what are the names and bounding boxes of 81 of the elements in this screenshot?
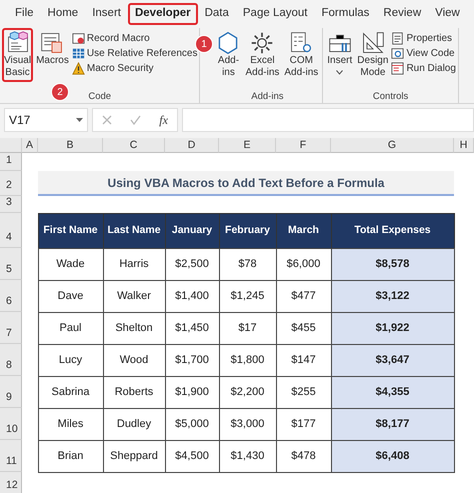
- insert-function-button[interactable]: fx: [159, 111, 168, 129]
- group-label: Add-ins: [251, 90, 284, 103]
- sheet-title: Using VBA Macros to Add Text Before a Formula: [38, 171, 454, 196]
- ribbon-button[interactable]: Macro Security: [72, 60, 198, 76]
- table-cell: $1,922: [330, 312, 454, 344]
- row-header[interactable]: 4: [0, 213, 22, 248]
- ribbon-tab[interactable]: Formulas: [314, 3, 376, 25]
- row-header[interactable]: 6: [0, 280, 22, 312]
- ribbon-button[interactable]: Record Macro: [72, 30, 198, 46]
- formula-input[interactable]: [182, 108, 474, 132]
- column-header[interactable]: B: [38, 138, 103, 153]
- ribbon-button[interactable]: Insert: [325, 28, 354, 78]
- table-cell: $3,122: [330, 280, 454, 312]
- table-header: January: [164, 212, 220, 248]
- ribbon-button[interactable]: Run Dialog: [391, 60, 456, 76]
- select-all-corner[interactable]: [0, 138, 22, 153]
- table-header: First Name: [38, 212, 104, 248]
- row-header[interactable]: 12: [0, 472, 22, 493]
- ribbon-tab[interactable]: Insert: [85, 3, 128, 25]
- ribbon-button[interactable]: Visual Basic: [2, 28, 34, 82]
- step-number: 1: [196, 36, 212, 52]
- ribbon-tab[interactable]: View: [428, 3, 467, 25]
- macro-sheet-icon: [40, 31, 64, 55]
- row-header[interactable]: 8: [0, 344, 22, 376]
- table-header: Last Name: [102, 212, 166, 248]
- column-header[interactable]: C: [103, 138, 165, 153]
- name-box[interactable]: V17: [4, 108, 88, 132]
- group-label: Controls: [372, 90, 408, 103]
- row-header[interactable]: 9: [0, 376, 22, 408]
- ribbon-button[interactable]: Use Relative References: [72, 46, 198, 61]
- row-header[interactable]: 1: [0, 153, 22, 171]
- table-header: March: [276, 212, 332, 248]
- hexagon-icon: [216, 31, 240, 55]
- ribbon-button[interactable]: Add- ins: [214, 28, 242, 82]
- dialog-icon: [391, 62, 404, 75]
- step-number: 2: [52, 84, 68, 100]
- warning-icon: [72, 62, 85, 75]
- table-cell: $3,647: [330, 344, 454, 376]
- table-header: Total Expenses: [330, 212, 454, 248]
- table-cell: $4,355: [330, 376, 454, 408]
- ribbon-button[interactable]: Design Mode: [355, 28, 390, 82]
- ribbon-button[interactable]: View Code: [391, 46, 456, 61]
- ribbon-tab[interactable]: Page Layout: [236, 3, 314, 25]
- row-header[interactable]: 10: [0, 408, 22, 440]
- ribbon-button[interactable]: COM Add-ins: [282, 28, 320, 82]
- ribbon-tab[interactable]: Developer: [128, 3, 198, 25]
- row-header[interactable]: 2: [0, 171, 22, 196]
- column-header[interactable]: H: [454, 138, 474, 153]
- table-cell: $6,408: [330, 440, 454, 472]
- table-cell: $8,177: [330, 408, 454, 440]
- ribbon-tab[interactable]: Review: [376, 3, 428, 25]
- caret-icon: [336, 70, 344, 75]
- row-header[interactable]: 3: [0, 196, 22, 213]
- row-header[interactable]: 7: [0, 312, 22, 344]
- ribbon-button[interactable]: Macros: [34, 28, 71, 70]
- table-header: February: [218, 212, 276, 248]
- column-header[interactable]: A: [22, 138, 38, 153]
- record-macro-icon: [72, 32, 85, 45]
- view-code-icon: [391, 46, 404, 60]
- dropdown-caret-icon[interactable]: [76, 118, 83, 122]
- ribbon-tab[interactable]: Data: [198, 3, 236, 25]
- code-editor-icon: [6, 31, 30, 55]
- ribbon-button[interactable]: Properties: [391, 30, 456, 46]
- table-cell: Brian: [38, 440, 104, 472]
- ribbon-tab[interactable]: Home: [40, 3, 86, 25]
- column-header[interactable]: E: [219, 138, 276, 153]
- enter-icon[interactable]: [130, 115, 142, 125]
- group-label: Code: [88, 90, 112, 103]
- column-header[interactable]: G: [331, 138, 454, 153]
- row-header[interactable]: 5: [0, 248, 22, 280]
- table-cell: $8,578: [330, 248, 454, 280]
- properties-icon: [391, 32, 404, 45]
- ribbon-tab[interactable]: File: [8, 3, 41, 25]
- table-cell: Wade: [38, 248, 104, 280]
- column-header[interactable]: F: [276, 138, 331, 153]
- triangle-ruler-icon: [360, 31, 385, 55]
- ribbon-button[interactable]: Excel Add-ins: [243, 28, 282, 82]
- cancel-icon[interactable]: [102, 115, 112, 125]
- table-grid-icon: [72, 46, 85, 60]
- row-header[interactable]: 11: [0, 440, 22, 472]
- column-header[interactable]: D: [165, 138, 219, 153]
